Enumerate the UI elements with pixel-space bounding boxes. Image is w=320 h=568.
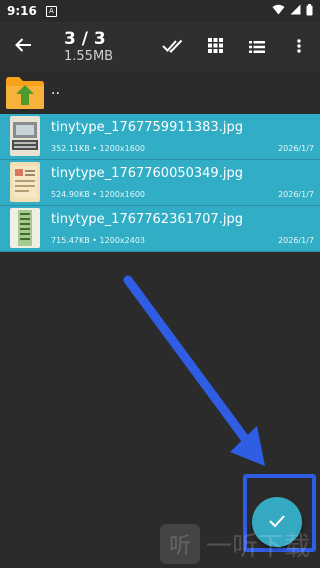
more-vert-icon: [297, 38, 301, 57]
signal-icon: [290, 4, 301, 18]
list-icon: [249, 38, 265, 57]
selection-size: 1.55MB: [64, 49, 114, 64]
file-name: tinytype_1767760050349.jpg: [51, 166, 243, 181]
file-size: 352.11KB: [51, 144, 90, 153]
file-size: 715.47KB: [51, 236, 90, 245]
parent-directory-row[interactable]: ..: [0, 72, 320, 114]
action-toolbar: 3 / 3 1.55MB: [0, 22, 320, 72]
folder-up-icon: [5, 76, 45, 110]
file-name: tinytype_1767762361707.jpg: [51, 212, 243, 227]
selection-summary: 3 / 3 1.55MB: [64, 29, 114, 65]
wifi-icon: [272, 4, 285, 18]
status-bar: 9:16 A: [0, 0, 320, 22]
image-thumbnail: [10, 208, 40, 248]
arrow-back-icon: [14, 37, 32, 57]
more-options-button[interactable]: [278, 22, 320, 72]
watermark-logo: 听: [160, 524, 200, 564]
image-thumbnail: [10, 116, 40, 156]
file-meta: 715.47KB • 1200x2403: [51, 236, 145, 245]
file-name: tinytype_1767759911383.jpg: [51, 120, 243, 135]
image-dimensions: 1200x2403: [99, 236, 145, 245]
battery-icon: [306, 3, 313, 19]
status-time: 9:16: [7, 4, 37, 18]
file-date: 2026/1/7: [278, 190, 314, 199]
file-size: 524.90KB: [51, 190, 90, 199]
select-all-button[interactable]: [152, 22, 194, 72]
file-date: 2026/1/7: [278, 144, 314, 153]
file-meta: 524.90KB • 1200x1600: [51, 190, 145, 199]
notification-badge: A: [45, 5, 57, 17]
file-date: 2026/1/7: [278, 236, 314, 245]
file-row[interactable]: tinytype_1767762361707.jpg 715.47KB • 12…: [0, 206, 320, 252]
file-row[interactable]: tinytype_1767760050349.jpg 524.90KB • 12…: [0, 160, 320, 206]
image-thumbnail: [10, 162, 40, 202]
grid-view-button[interactable]: [194, 22, 236, 72]
image-dimensions: 1200x1600: [99, 190, 145, 199]
image-dimensions: 1200x1600: [99, 144, 145, 153]
parent-directory-label: ..: [51, 82, 60, 98]
watermark-text: 一听下载: [206, 531, 311, 562]
file-list: .. tinytype_1767759911383.jpg 352.11KB •…: [0, 72, 320, 252]
double-check-icon: [162, 38, 184, 57]
list-view-button[interactable]: [236, 22, 278, 72]
file-row[interactable]: tinytype_1767759911383.jpg 352.11KB • 12…: [0, 114, 320, 160]
watermark: 听 一听下载: [160, 524, 310, 564]
selection-count: 3 / 3: [64, 29, 106, 49]
back-button[interactable]: [0, 22, 46, 72]
file-meta: 352.11KB • 1200x1600: [51, 144, 145, 153]
grid-icon: [207, 37, 223, 57]
